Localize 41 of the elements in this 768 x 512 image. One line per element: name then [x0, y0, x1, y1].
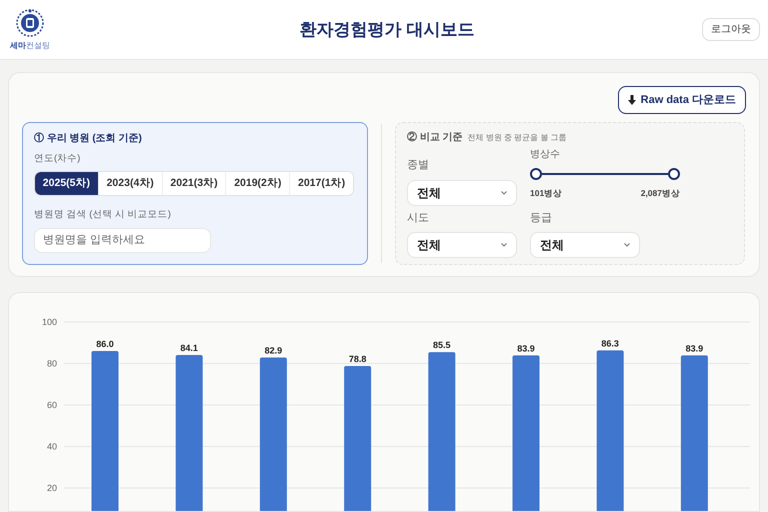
- bar-value-label: 85.5: [433, 340, 451, 350]
- caret-icon: [501, 243, 507, 247]
- field-label: 병상수: [530, 148, 561, 162]
- axis-tick-label: 60: [46, 400, 57, 410]
- axis-tick-label: 100: [42, 317, 57, 327]
- slider-thumb[interactable]: [668, 168, 680, 180]
- logo-text: 세마: [10, 40, 26, 52]
- bar-value-label: 86.0: [96, 339, 114, 350]
- field-label: 종별: [407, 158, 430, 173]
- card-title: ① 우리 병원 (조회 기준): [34, 132, 143, 146]
- caret-icon: [501, 190, 507, 194]
- range-min-label: 101병상: [530, 187, 562, 200]
- field-label: 시도: [407, 210, 430, 226]
- range-max-label: 2,087병상: [640, 187, 680, 200]
- card-title: ② 비교 기준: [407, 130, 463, 145]
- card-subtitle: 전체 병원 중 평균을 볼 그룹: [468, 132, 567, 144]
- bar-value-label: 83.9: [517, 343, 535, 354]
- year-tab[interactable]: 2025(5차): [35, 172, 99, 196]
- logo-text: 컨설팅: [26, 40, 50, 52]
- download-icon: [628, 95, 636, 105]
- dropdown[interactable]: 전체: [407, 232, 517, 258]
- page-title: 환자경험평가 대시보드: [300, 18, 474, 41]
- field-label: 연도(차수): [34, 152, 82, 166]
- axis-tick-label: 20: [46, 483, 57, 493]
- dropdown[interactable]: 전체: [407, 180, 517, 206]
- logout-button[interactable]: 로그아웃: [702, 18, 760, 41]
- bar-value-label: 78.8: [348, 354, 366, 364]
- axis-tick-label: 40: [46, 442, 57, 452]
- emblem-icon: [15, 8, 45, 38]
- download-button[interactable]: Raw data 다운로드: [618, 86, 746, 114]
- field-label: 병원명 검색 (선택 시 비교모드): [34, 208, 172, 222]
- bar-value-label: 83.9: [686, 343, 704, 354]
- slider-thumb[interactable]: [530, 168, 542, 180]
- field-label: 등급: [530, 210, 553, 226]
- dropdown[interactable]: 전체: [530, 232, 640, 258]
- axis-tick-label: 80: [46, 358, 57, 368]
- bar-value-label: 82.9: [264, 345, 282, 356]
- bar-value-label: 84.1: [180, 343, 198, 353]
- bar-value-label: 86.3: [601, 338, 619, 348]
- hospital-search-field[interactable]: 병원명을 입력하세요: [34, 228, 211, 252]
- caret-icon: [624, 243, 630, 247]
